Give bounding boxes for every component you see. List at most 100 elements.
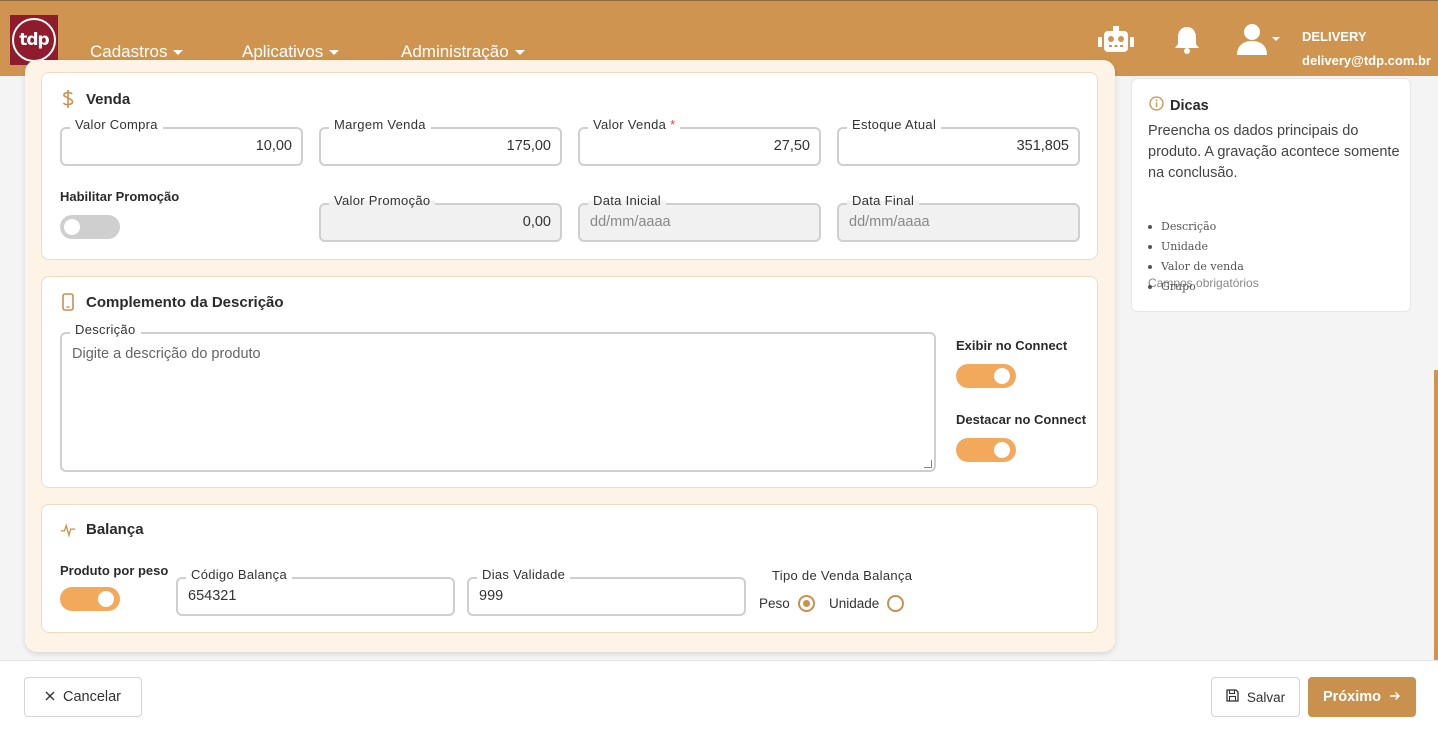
list-item: Valor de venda [1148, 257, 1244, 277]
scrollbar[interactable] [1434, 370, 1438, 660]
produto-por-peso-toggle[interactable] [60, 587, 120, 611]
dias-validade-label: Dias Validade [477, 567, 571, 582]
user-avatar-menu[interactable] [1236, 23, 1282, 62]
section-complemento: Complemento da Descrição Descrição Digit… [41, 276, 1098, 488]
cancel-label: Cancelar [62, 689, 122, 705]
dias-validade-field[interactable]: Dias Validade 999 [467, 567, 746, 616]
dias-validade-value: 999 [479, 588, 504, 604]
logo-text: tdp [12, 18, 56, 62]
robot-icon[interactable] [1098, 26, 1134, 59]
toggle-knob [64, 219, 80, 235]
chevron-down-icon [173, 49, 184, 55]
bell-icon[interactable] [1174, 25, 1200, 60]
codigo-balanca-field[interactable]: Código Balança 654321 [176, 567, 455, 616]
produto-por-peso-label: Produto por peso [60, 563, 169, 578]
toggle-knob [994, 442, 1010, 458]
close-icon [45, 689, 55, 705]
info-icon [1149, 96, 1164, 115]
cancel-button[interactable]: Cancelar [24, 677, 142, 717]
exibir-connect-label: Exibir no Connect [956, 338, 1068, 353]
tipo-venda-label: Tipo de Venda Balança [772, 568, 913, 583]
section-title-complemento: Complemento da Descrição [60, 293, 284, 311]
radio-option-label: Peso [759, 596, 790, 611]
destacar-connect-toggle[interactable] [956, 438, 1016, 462]
radio-option-peso[interactable]: Peso [759, 595, 815, 612]
valor-promocao-field[interactable]: Valor Promoção 0,00 [319, 193, 562, 242]
next-button[interactable]: Próximo [1308, 677, 1416, 717]
tips-panel: Dicas Preencha os dados principais do pr… [1131, 78, 1411, 312]
toggle-knob [98, 591, 114, 607]
codigo-balanca-value: 654321 [188, 588, 237, 604]
data-final-field[interactable]: Data Final dd/mm/aaaa [837, 193, 1080, 242]
section-title-venda: Venda [60, 89, 130, 109]
habilitar-promocao-label: Habilitar Promoção [60, 189, 180, 204]
nav-menu-label: Cadastros [90, 42, 168, 61]
section-title-text: Balança [86, 521, 144, 538]
radio-option-label: Unidade [829, 596, 880, 611]
resize-handle-icon[interactable] [924, 460, 932, 468]
save-button[interactable]: Salvar [1211, 677, 1300, 717]
chevron-down-icon [329, 49, 340, 55]
estoque-atual-label: Estoque Atual [847, 117, 942, 132]
valor-compra-value: 10,00 [255, 138, 292, 154]
valor-compra-label: Valor Compra [70, 117, 163, 132]
nav-menu-label: Aplicativos [242, 42, 324, 61]
codigo-balanca-label: Código Balança [186, 567, 292, 582]
tips-body: Preencha os dados principais do produto.… [1148, 123, 1400, 181]
required-fields-list: Descrição Unidade Valor de venda Grupo [1148, 217, 1244, 297]
nav-menu-label: Administração [401, 42, 509, 61]
section-title-text: Venda [86, 90, 131, 108]
logo[interactable]: tdp [10, 15, 58, 65]
section-title-text: Complemento da Descrição [86, 293, 284, 311]
destacar-connect-label: Destacar no Connect [956, 412, 1087, 427]
dollar-icon [60, 89, 76, 109]
valor-promocao-value: 0,00 [522, 214, 551, 230]
section-balanca: Balança Produto por peso Código Balança … [41, 504, 1098, 633]
data-final-placeholder: dd/mm/aaaa [849, 214, 930, 230]
nav-menu-administracao[interactable]: Administração [401, 42, 525, 62]
required-marker: * [670, 117, 676, 132]
toggle-knob [994, 368, 1010, 384]
descricao-placeholder: Digite a descrição do produto [72, 346, 261, 362]
section-title-balanca: Balança [60, 521, 144, 538]
tips-title: Dicas [1149, 96, 1209, 115]
nav-menu-cadastros[interactable]: Cadastros [90, 42, 184, 62]
exibir-connect-toggle[interactable] [956, 364, 1016, 388]
valor-compra-field[interactable]: Valor Compra 10,00 [60, 117, 303, 166]
chevron-down-icon [514, 49, 525, 55]
section-venda: Venda Valor Compra 10,00 Margem Venda 17… [41, 72, 1098, 260]
data-final-label: Data Final [847, 193, 920, 208]
next-label: Próximo [1322, 689, 1381, 705]
valor-promocao-label: Valor Promoção [329, 193, 436, 208]
data-inicial-field[interactable]: Data Inicial dd/mm/aaaa [578, 193, 821, 242]
valor-venda-value: 27,50 [773, 138, 810, 154]
radio-option-unidade[interactable]: Unidade [829, 595, 905, 612]
list-item: Grupo [1148, 277, 1244, 297]
data-inicial-placeholder: dd/mm/aaaa [590, 214, 671, 230]
save-icon [1226, 689, 1239, 705]
radio-checked-icon[interactable] [797, 595, 815, 612]
user-name: DELIVERY [1302, 29, 1367, 44]
margem-venda-label: Margem Venda [329, 117, 431, 132]
user-info: DELIVERY delivery@tdp.com.br [1302, 25, 1431, 73]
list-item: Descrição [1148, 217, 1244, 237]
valor-venda-field[interactable]: Valor Venda * 27,50 [578, 117, 821, 166]
descricao-textarea[interactable]: Descrição Digite a descrição do produto [60, 322, 936, 472]
arrow-right-icon [1389, 689, 1401, 705]
tablet-icon [60, 293, 76, 311]
valor-venda-label: Valor Venda * [588, 117, 681, 132]
radio-unchecked-icon[interactable] [887, 595, 905, 612]
margem-venda-value: 175,00 [506, 138, 551, 154]
descricao-label: Descrição [70, 322, 141, 337]
list-item: Unidade [1148, 237, 1244, 257]
footer-actions: Cancelar Salvar Próximo [0, 660, 1438, 731]
save-label: Salvar [1246, 689, 1286, 705]
estoque-atual-value: 351,805 [1016, 138, 1069, 154]
estoque-atual-field[interactable]: Estoque Atual 351,805 [837, 117, 1080, 166]
data-inicial-label: Data Inicial [588, 193, 666, 208]
tips-title-text: Dicas [1170, 97, 1209, 114]
activity-pulse-icon [60, 522, 76, 538]
margem-venda-field[interactable]: Margem Venda 175,00 [319, 117, 562, 166]
habilitar-promocao-toggle[interactable] [60, 215, 120, 239]
nav-menu-aplicativos[interactable]: Aplicativos [242, 42, 340, 62]
